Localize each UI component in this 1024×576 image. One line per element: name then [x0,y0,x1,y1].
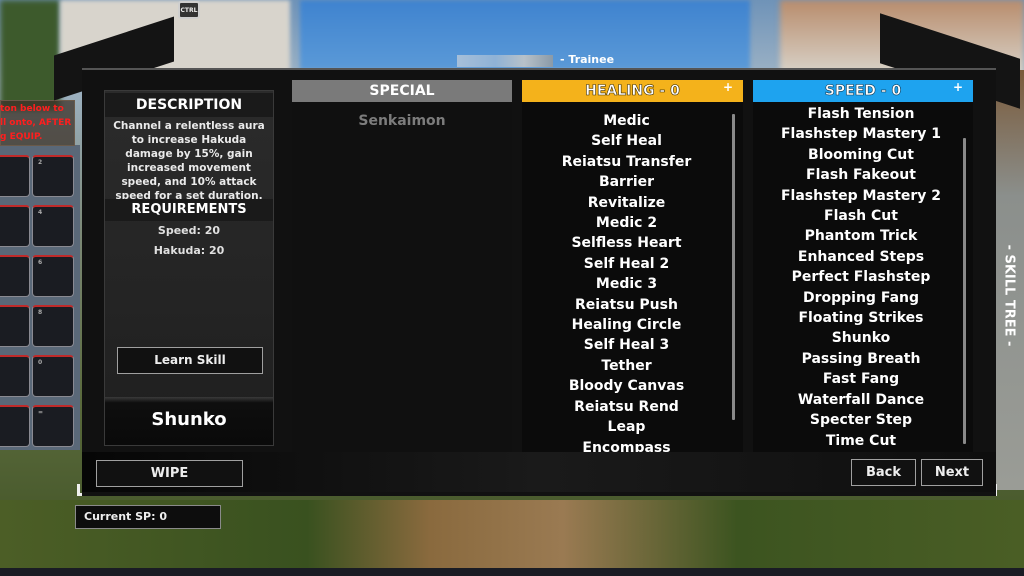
skill-item[interactable]: Passing Breath [753,349,971,369]
skill-item[interactable]: Reiatsu Transfer [522,152,737,172]
requirements-header: REQUIREMENTS [105,199,273,221]
hotbar-slot[interactable]: 4 [32,205,74,247]
hotbar-slot[interactable] [0,205,30,247]
skill-item[interactable]: Phantom Trick [753,226,971,246]
speed-header: SPEED - 0 [753,80,973,102]
wipe-button[interactable]: WIPE [96,460,243,487]
skill-item[interactable]: Fast Fang [753,369,971,389]
hotbar-slot-number: 4 [38,209,43,216]
skill-item[interactable]: Flashstep Mastery 1 [753,124,971,144]
speed-add-point-icon[interactable]: + [953,80,963,94]
skill-item[interactable]: Flash Tension [753,104,971,124]
ctrl-key-label: CTRL [180,6,198,14]
learn-skill-button[interactable]: Learn Skill [117,347,263,374]
hotbar-slot[interactable] [0,305,30,347]
skill-item[interactable]: Floating Strikes [753,308,971,328]
skill-item[interactable]: Medic 3 [522,274,737,294]
healing-column: HEALING - 0 + Medic Self Heal Reiatsu Tran… [522,80,743,452]
healing-add-point-icon[interactable]: + [723,80,733,94]
description-panel: DESCRIPTION Channel a relentless aura to… [104,90,274,446]
player-rank: - Trainee [560,53,615,66]
hotbar-slot[interactable]: 0 [32,355,74,397]
skill-item[interactable]: Flash Cut [753,206,971,226]
skill-item[interactable]: Dropping Fang [753,288,971,308]
skill-item[interactable]: Blooming Cut [753,145,971,165]
hotbar-slot-number: 6 [38,259,43,266]
skill-item[interactable]: Medic [522,111,737,131]
skill-item[interactable]: Waterfall Dance [753,390,971,410]
skill-item[interactable]: Self Heal 2 [522,254,737,274]
skill-item[interactable]: Flashstep Mastery 2 [753,186,971,206]
skill-item[interactable]: Flash Fakeout [753,165,971,185]
skill-tree-tab[interactable]: - SKILL TREE - [997,230,1021,360]
skill-item[interactable]: Enhanced Steps [753,247,971,267]
skill-item[interactable]: Healing Circle [522,315,737,335]
hotbar-slot-number: = [38,409,44,416]
requirement-speed: Speed: 20 [157,224,221,237]
hotbar-slot[interactable] [0,155,30,197]
healing-skill-list: Medic Self Heal Reiatsu Transfer Barrier Rev… [522,111,737,452]
hotbar-slot[interactable] [0,255,30,297]
player-name-redacted [457,55,553,67]
special-skill-list: Senkaimon [292,111,512,131]
skill-item[interactable]: Bloody Canvas [522,376,737,396]
speed-skill-list: Flash Tension Flashstep Mastery 1 Blooming… [753,104,971,451]
skill-item[interactable]: Time Cut [753,431,971,451]
special-column: SPECIAL Senkaimon [292,80,512,452]
description-header: DESCRIPTION [105,93,273,117]
ctrl-key-icon[interactable]: CTRL [178,1,200,19]
requirement-hakuda: Hakuda: 20 [153,244,225,257]
skill-item[interactable]: Revitalize [522,193,737,213]
current-sp-display: Current SP: 0 [75,505,221,529]
healing-header: HEALING - 0 [522,80,743,102]
skill-item[interactable]: Encompass [522,438,737,453]
skill-item[interactable]: Reiatsu Push [522,295,737,315]
special-header: SPECIAL [292,80,512,102]
hotbar-slot-number: 8 [38,309,43,316]
skill-item[interactable]: Barrier [522,172,737,192]
hotbar-slot[interactable]: 8 [32,305,74,347]
skill-item[interactable]: Shunko [753,328,971,348]
skill-item[interactable]: Medic 2 [522,213,737,233]
background-tree [0,0,60,110]
skill-tree-tab-label: - SKILL TREE - [1001,244,1017,346]
hotbar-slot[interactable] [0,405,30,447]
selected-skill-name: Shunko [105,397,273,445]
skill-item[interactable]: Leap [522,417,737,437]
skill-item[interactable]: Self Heal 3 [522,335,737,355]
hotbar-slot-number: 2 [38,159,43,166]
speed-column: SPEED - 0 + Flash Tension Flashstep Maste… [753,80,973,452]
skill-item[interactable]: Specter Step [753,410,971,430]
skill-item[interactable]: Reiatsu Rend [522,397,737,417]
hotbar-slot[interactable]: 2 [32,155,74,197]
description-text: Channel a relentless aura to increase Ha… [113,120,265,202]
healing-scrollbar[interactable] [732,114,735,420]
hint-text: ton below to ll onto, AFTER g EQUIP. [0,104,72,142]
skill-item[interactable]: Tether [522,356,737,376]
back-button[interactable]: Back [851,459,916,486]
skill-item[interactable]: Perfect Flashstep [753,267,971,287]
next-button[interactable]: Next [921,459,983,486]
hotbar-slot-number: 0 [38,359,43,366]
background-bottom-strip [0,568,1024,576]
hotbar-slot[interactable] [0,355,30,397]
skill-item[interactable]: Senkaimon [292,111,512,131]
skill-item[interactable]: Self Heal [522,131,737,151]
hotbar-slot[interactable]: 6 [32,255,74,297]
hotbar-slot[interactable]: = [32,405,74,447]
skill-item[interactable]: Selfless Heart [522,233,737,253]
speed-scrollbar[interactable] [963,138,966,444]
